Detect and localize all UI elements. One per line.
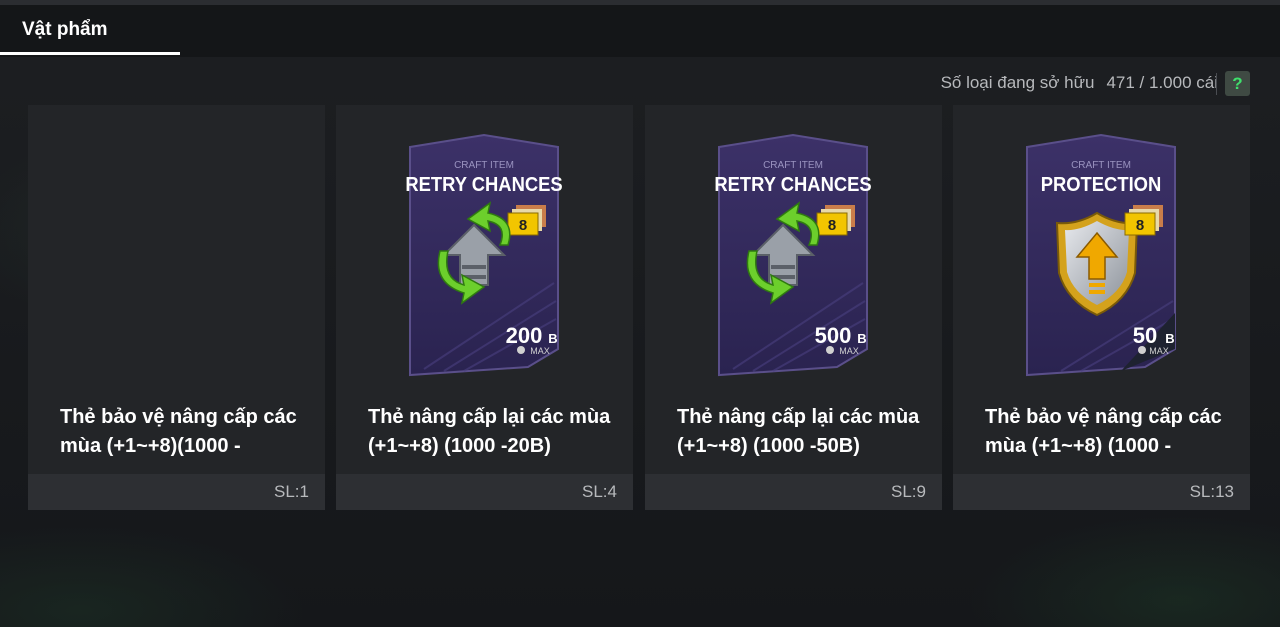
- tab-items[interactable]: Vật phẩm: [0, 5, 180, 55]
- item-quantity: SL:1: [274, 482, 309, 501]
- svg-text:CRAFT ITEM: CRAFT ITEM: [1071, 160, 1131, 171]
- svg-text:CRAFT ITEM: CRAFT ITEM: [763, 160, 823, 171]
- svg-text:B: B: [1165, 331, 1174, 346]
- item-name: Thẻ nâng cấp lại các mùa (+1~+8) (1000 -…: [677, 406, 920, 457]
- svg-text:MAX: MAX: [1149, 346, 1169, 356]
- level-badge-icon: 8: [816, 205, 855, 236]
- divider: [1216, 73, 1217, 95]
- svg-text:MAX: MAX: [839, 346, 859, 356]
- svg-text:PROTECTION: PROTECTION: [1041, 174, 1162, 196]
- item-footer: SL:9: [645, 474, 942, 510]
- item-quantity: SL:13: [1189, 482, 1234, 501]
- svg-text:500: 500: [815, 323, 852, 348]
- retry-chances-card-image: CRAFT ITEM RETRY CHANCES 8 500 B MAX: [714, 133, 872, 377]
- svg-text:RETRY CHANCES: RETRY CHANCES: [405, 174, 563, 196]
- item-quantity: SL:4: [582, 482, 617, 501]
- owned-count-info: Số loại đang sở hữu 471 / 1.000 cái: [941, 70, 1218, 96]
- level-badge-icon: 8: [1124, 205, 1163, 236]
- item-name: Thẻ nâng cấp lại các mùa (+1~+8) (1000 -…: [368, 406, 611, 457]
- item-name: Thẻ bảo vệ nâng cấp các mùa (+1~+8) (100…: [985, 406, 1222, 457]
- tab-active-underline: [0, 52, 180, 55]
- item-card[interactable]: Thẻ bảo vệ nâng cấp các mùa (+1~+8)(1000…: [28, 105, 325, 510]
- protection-card-image: CRAFT ITEM PROTECTION 8 50 B MAX: [1026, 133, 1176, 377]
- help-button[interactable]: ?: [1225, 71, 1250, 96]
- item-card[interactable]: CRAFT ITEM RETRY CHANCES 8 500 B MAX Thẻ…: [645, 105, 942, 510]
- item-footer: SL:4: [336, 474, 633, 510]
- svg-text:200: 200: [506, 323, 543, 348]
- item-card[interactable]: CRAFT ITEM RETRY CHANCES 8 200 B MAX Thẻ…: [336, 105, 633, 510]
- item-name: Thẻ bảo vệ nâng cấp các mùa (+1~+8)(1000…: [60, 406, 297, 457]
- item-quantity: SL:9: [891, 482, 926, 501]
- svg-text:8: 8: [828, 217, 836, 234]
- owned-label: Số loại đang sở hữu: [940, 73, 1095, 92]
- level-badge-icon: 8: [507, 205, 546, 236]
- svg-text:50: 50: [1133, 323, 1157, 348]
- retry-chances-card-image: CRAFT ITEM RETRY CHANCES 8 200 B MAX: [405, 133, 563, 377]
- svg-text:B: B: [548, 331, 557, 346]
- item-footer: SL:1: [28, 474, 325, 510]
- svg-text:B: B: [857, 331, 866, 346]
- svg-text:8: 8: [519, 217, 527, 234]
- tab-bar: [0, 5, 1280, 57]
- item-card[interactable]: CRAFT ITEM PROTECTION 8 50 B MAX Thẻ bảo…: [953, 105, 1250, 510]
- svg-text:MAX: MAX: [530, 346, 550, 356]
- svg-text:CRAFT ITEM: CRAFT ITEM: [454, 160, 514, 171]
- item-footer: SL:13: [953, 474, 1250, 510]
- owned-count: 471 / 1.000 cái: [1106, 73, 1218, 92]
- svg-text:RETRY CHANCES: RETRY CHANCES: [714, 174, 872, 196]
- svg-text:8: 8: [1136, 217, 1144, 234]
